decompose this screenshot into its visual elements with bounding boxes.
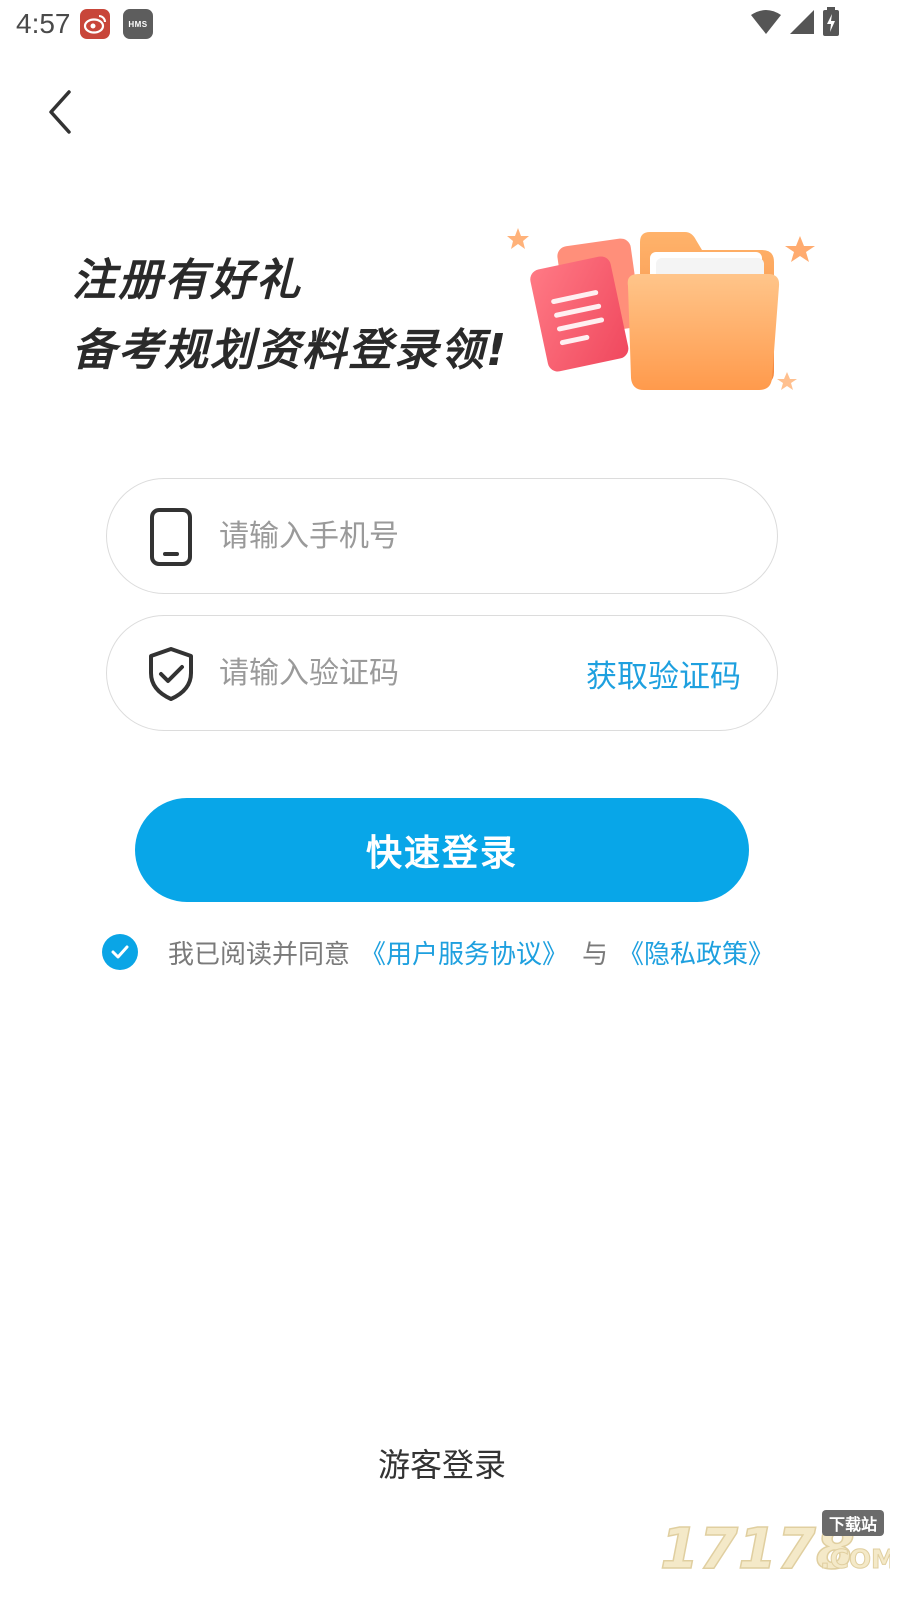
back-button[interactable] xyxy=(36,90,84,138)
cell-signal-icon xyxy=(788,9,816,39)
get-code-button[interactable]: 获取验证码 xyxy=(586,616,741,730)
status-time: 4:57 xyxy=(16,8,71,39)
status-indicators xyxy=(750,7,840,41)
guest-login-link[interactable]: 游客登录 xyxy=(0,1440,884,1486)
folder-illustration-icon xyxy=(500,222,830,402)
hms-icon: HMS xyxy=(123,9,153,39)
privacy-policy-link[interactable]: 《隐私政策》 xyxy=(618,934,774,971)
agreement-row: 我已阅读并同意 《用户服务协议》 与 《隐私政策》 xyxy=(102,932,774,972)
verification-code-field[interactable]: 获取验证码 xyxy=(106,615,778,731)
agreement-prefix: 我已阅读并同意 xyxy=(168,939,351,970)
watermark-logo: 17178 下载站 .COM xyxy=(659,1506,897,1583)
wifi-icon xyxy=(750,9,782,39)
quick-login-button[interactable]: 快速登录 xyxy=(135,798,749,902)
status-bar: 4:57 HMS xyxy=(0,0,900,48)
phone-input[interactable] xyxy=(219,479,549,593)
phone-field[interactable] xyxy=(106,478,778,594)
agreement-and: 与 xyxy=(582,939,609,970)
watermark-suffix: .COM xyxy=(820,1545,890,1575)
verification-code-input[interactable] xyxy=(219,616,549,730)
phone-icon xyxy=(141,507,201,567)
shield-check-icon xyxy=(141,644,201,704)
user-agreement-link[interactable]: 《用户服务协议》 xyxy=(360,934,568,971)
watermark-tag: 下载站 xyxy=(829,1515,877,1534)
agreement-checkbox[interactable] xyxy=(102,934,138,970)
battery-charging-icon xyxy=(822,7,840,41)
banner-subtitle: 备考规划资料登录领! xyxy=(72,325,509,376)
weibo-app-icon xyxy=(80,9,110,39)
chevron-left-icon xyxy=(45,88,75,140)
banner-title: 注册有好礼 xyxy=(72,255,302,306)
